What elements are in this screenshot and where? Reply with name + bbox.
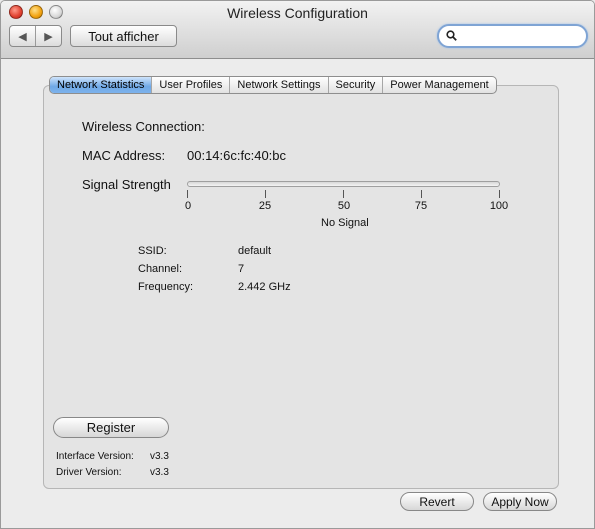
ssid-label: SSID: xyxy=(138,245,167,257)
signal-tick xyxy=(421,190,422,198)
signal-tick xyxy=(187,190,188,198)
signal-tick-label: 25 xyxy=(258,200,272,212)
mac-address-label: MAC Address: xyxy=(82,148,166,163)
signal-strength-meter xyxy=(187,181,500,187)
tab-bar: Network Statistics User Profiles Network… xyxy=(49,76,497,94)
signal-tick xyxy=(499,190,500,198)
title-bar: Wireless Configuration ◀ ▶ Tout afficher xyxy=(1,1,594,59)
tab-network-statistics[interactable]: Network Statistics xyxy=(50,77,153,93)
signal-status: No Signal xyxy=(321,217,369,229)
driver-version-label: Driver Version: xyxy=(56,467,122,478)
forward-arrow-icon: ▶ xyxy=(44,30,53,43)
signal-tick-label: 100 xyxy=(489,200,509,212)
search-field[interactable] xyxy=(437,24,588,48)
wireless-connection-label: Wireless Connection: xyxy=(82,119,205,134)
show-all-button[interactable]: Tout afficher xyxy=(70,25,177,47)
revert-button[interactable]: Revert xyxy=(400,492,474,511)
signal-strength-label: Signal Strength xyxy=(82,177,171,192)
interface-version-label: Interface Version: xyxy=(56,451,134,462)
frequency-value: 2.442 GHz xyxy=(238,281,291,293)
tab-power-management[interactable]: Power Management xyxy=(383,77,495,93)
search-icon xyxy=(446,30,457,44)
preferences-window: Wireless Configuration ◀ ▶ Tout afficher… xyxy=(0,0,595,529)
search-input[interactable] xyxy=(459,28,579,44)
signal-tick xyxy=(343,190,344,198)
mac-address-value: 00:14:6c:fc:40:bc xyxy=(187,148,287,163)
channel-label: Channel: xyxy=(138,263,183,275)
tab-security[interactable]: Security xyxy=(329,77,384,93)
interface-version-value: v3.3 xyxy=(150,451,169,462)
forward-button[interactable]: ▶ xyxy=(36,26,61,46)
signal-tick-label: 50 xyxy=(337,200,351,212)
signal-tick xyxy=(265,190,266,198)
driver-version-value: v3.3 xyxy=(150,467,169,478)
back-button[interactable]: ◀ xyxy=(10,26,36,46)
back-arrow-icon: ◀ xyxy=(18,30,27,43)
register-button[interactable]: Register xyxy=(53,417,169,438)
signal-tick-label: 0 xyxy=(184,200,192,212)
ssid-value: default xyxy=(238,245,272,257)
tab-user-profiles[interactable]: User Profiles xyxy=(152,77,231,93)
tab-network-settings[interactable]: Network Settings xyxy=(230,77,329,93)
back-forward-control: ◀ ▶ xyxy=(9,25,62,47)
signal-tick-label: 75 xyxy=(414,200,428,212)
frequency-label: Frequency: xyxy=(138,281,194,293)
window-title: Wireless Configuration xyxy=(227,5,368,21)
apply-now-button[interactable]: Apply Now xyxy=(483,492,557,511)
channel-value: 7 xyxy=(238,263,245,275)
